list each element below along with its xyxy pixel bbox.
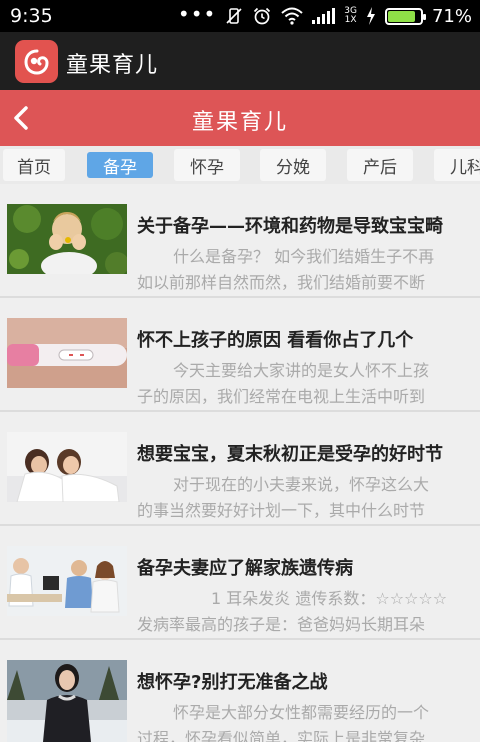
article-summary: 什么是备孕？ 如今我们结婚生子不再 如以前那样自然而然，我们结婚前要不断 (137, 244, 473, 296)
tab-pregnancy[interactable]: 怀孕 (174, 149, 240, 181)
page-title: 童果育儿 (191, 110, 288, 135)
list-item[interactable]: 想怀孕?别打无准备之战 怀孕是大部分女性都需要经历的一个 过程，怀孕看似简单，实… (0, 640, 480, 742)
article-thumbnail (7, 318, 127, 388)
article-title: 怀不上孩子的原因 看看你占了几个 (137, 330, 414, 351)
header-bar: 童果育儿 (0, 90, 480, 146)
article-thumbnail (7, 432, 127, 502)
article-title: 想怀孕?别打无准备之战 (137, 672, 328, 693)
list-item[interactable]: 怀不上孩子的原因 看看你占了几个 今天主要给大家讲的是女人怀不上孩 子的原因，我… (0, 298, 480, 412)
list-item[interactable]: 备孕夫妻应了解家族遗传病 1 耳朵发炎 遗传系数：☆☆☆☆☆ 发病率最高的孩子是… (0, 526, 480, 640)
tab-home[interactable]: 首页 (3, 149, 65, 181)
wifi-icon (281, 7, 303, 25)
app-logo-icon (15, 40, 58, 83)
article-title: 关于备孕——环境和药物是导致宝宝畸 (137, 216, 443, 237)
more-dots-icon: ••• (177, 2, 217, 26)
article-title: 备孕夫妻应了解家族遗传病 (137, 558, 353, 579)
network-type: 3G 1X (344, 6, 357, 25)
article-summary: 对于现在的小夫妻来说，怀孕这么大 的事当然要好好计划一下，其中什么时节 (137, 472, 473, 524)
summary-line: 如以前那样自然而然，我们结婚前要不断 (137, 273, 426, 292)
status-bar: 9:35 ••• 3G 1X 71% (0, 0, 480, 32)
tab-delivery[interactable]: 分娩 (260, 149, 326, 181)
battery-percent: 71% (431, 5, 472, 27)
summary-line: 发病率最高的孩子是：爸爸妈妈长期耳朵 (137, 615, 426, 634)
article-thumbnail (7, 204, 127, 274)
summary-line: 怀孕是大部分女性都需要经历的一个 (173, 703, 430, 722)
battery-icon (384, 7, 426, 25)
list-item[interactable]: 想要宝宝，夏末秋初正是受孕的好时节 对于现在的小夫妻来说，怀孕这么大 的事当然要… (0, 412, 480, 526)
article-summary: 怀孕是大部分女性都需要经历的一个 过程，怀孕看似简单，实际上是非常复杂 (137, 700, 473, 742)
app-bar: 童果育儿 (0, 32, 480, 90)
article-summary: 今天主要给大家讲的是女人怀不上孩 子的原因，我们经常在电视上生活中听到 (137, 358, 473, 410)
status-icons: ••• 3G 1X 71% (177, 2, 472, 28)
status-time: 9:35 (10, 5, 53, 27)
alarm-icon (252, 6, 272, 26)
summary-line: 1 耳朵发炎 遗传系数：☆☆☆☆☆ (211, 589, 448, 608)
article-title: 想要宝宝，夏末秋初正是受孕的好时节 (137, 444, 443, 465)
vibrate-off-icon (225, 7, 243, 25)
tab-pediatrics[interactable]: 儿科 (434, 149, 480, 181)
category-tabs: 首页 备孕 怀孕 分娩 产后 儿科 (0, 146, 480, 184)
charging-icon (366, 7, 376, 25)
article-thumbnail (7, 546, 127, 616)
battery-fill (387, 10, 416, 22)
tab-preconception[interactable]: 备孕 (87, 152, 153, 178)
summary-line: 什么是备孕？ 如今我们结婚生子不再 (173, 247, 435, 266)
article-thumbnail (7, 660, 127, 742)
summary-line: 的事当然要好好计划一下，其中什么时节 (137, 501, 426, 520)
summary-line: 过程，怀孕看似简单，实际上是非常复杂 (137, 729, 426, 742)
summary-line: 子的原因，我们经常在电视上生活中听到 (137, 387, 426, 406)
list-item[interactable]: 关于备孕——环境和药物是导致宝宝畸 什么是备孕？ 如今我们结婚生子不再 如以前那… (0, 184, 480, 298)
signal-icon (312, 8, 336, 24)
tab-postpartum[interactable]: 产后 (347, 149, 413, 181)
article-summary: 1 耳朵发炎 遗传系数：☆☆☆☆☆ 发病率最高的孩子是：爸爸妈妈长期耳朵 (137, 586, 473, 638)
summary-line: 今天主要给大家讲的是女人怀不上孩 (173, 361, 430, 380)
summary-line: 对于现在的小夫妻来说，怀孕这么大 (173, 475, 430, 494)
app-name: 童果育儿 (66, 53, 159, 78)
